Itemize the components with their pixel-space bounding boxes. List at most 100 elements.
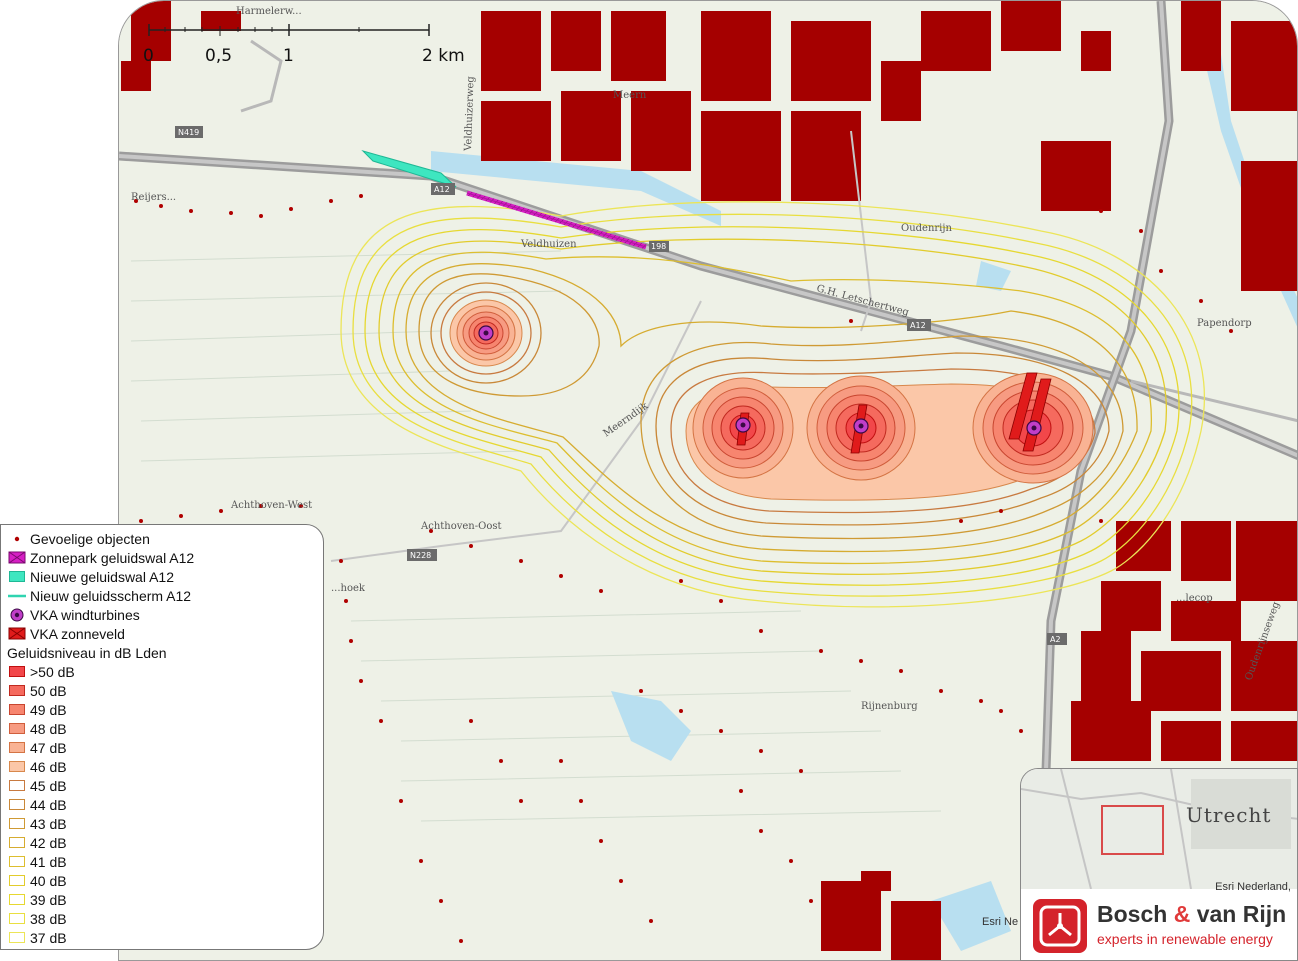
noise-swatch [9, 836, 25, 848]
legend-noise-class: 43 dB [7, 814, 323, 833]
legend-label: 50 dB [30, 682, 67, 699]
legend-label: 42 dB [30, 834, 67, 851]
map-label: Meern [613, 90, 647, 101]
legend-item-wind-turbines: VKA windturbines [7, 605, 323, 624]
magenta-hatch-icon [7, 551, 27, 565]
legend-label: 49 dB [30, 701, 67, 718]
legend-label: 43 dB [30, 815, 67, 832]
teal-line-icon [7, 589, 27, 603]
legend-label: 39 dB [30, 891, 67, 908]
noise-swatch [9, 779, 25, 791]
scale-label-half: 0,5 [205, 46, 233, 66]
brand-logo-icon [1033, 899, 1087, 953]
legend-label: 37 dB [30, 929, 67, 946]
road-badge: A12 [910, 321, 926, 330]
legend-noise-class: 41 dB [7, 852, 323, 871]
noise-swatch-icon [7, 836, 27, 850]
wind-turbine-marker[interactable] [478, 325, 494, 341]
scale-label-1: 1 [283, 46, 294, 66]
noise-swatch-icon [7, 779, 27, 793]
brand-name: Bosch & van Rijn [1097, 901, 1286, 928]
scale-label-0: 0 [143, 46, 154, 66]
legend-noise-class: 40 dB [7, 871, 323, 890]
noise-swatch [9, 760, 25, 772]
red-dot-icon [7, 532, 27, 546]
road-badge: A2 [1050, 635, 1061, 644]
map-label: ...hoek [331, 583, 366, 594]
legend-label: 45 dB [30, 777, 67, 794]
noise-swatch-icon [7, 912, 27, 926]
legend-noise-class: >50 dB [7, 662, 323, 681]
noise-swatch [9, 722, 25, 734]
noise-swatch-icon [7, 722, 27, 736]
noise-swatch [9, 912, 25, 924]
legend-noise-class: 37 dB [7, 928, 323, 947]
noise-swatch-icon [7, 741, 27, 755]
brand-block: Bosch & van Rijn experts in renewable en… [1031, 897, 1293, 955]
noise-swatch-icon [7, 684, 27, 698]
noise-swatch-icon [7, 855, 27, 869]
map-label: Veldhuizen [520, 239, 577, 250]
wind-turbine-marker[interactable] [1026, 420, 1042, 436]
legend-noise-class: 44 dB [7, 795, 323, 814]
inset-attribution: Esri Nederland, [1215, 881, 1291, 893]
noise-swatch [9, 741, 25, 753]
legend-label: 46 dB [30, 758, 67, 775]
legend-label: 44 dB [30, 796, 67, 813]
legend-noise-class: 39 dB [7, 890, 323, 909]
road-badge: A12 [434, 185, 450, 194]
noise-swatch-icon [7, 817, 27, 831]
map-label: Rijnenburg [861, 701, 918, 712]
wind-turbine-marker[interactable] [735, 417, 751, 433]
map-label: Harmelerw... [236, 6, 302, 17]
legend-label: >50 dB [30, 663, 75, 680]
legend-item-new-noise-wall: Nieuwe geluidswal A12 [7, 567, 323, 586]
inset-city-label: Utrecht [1186, 803, 1272, 827]
locator-inset: Utrecht Esri Nederland, Bosch & van Rijn… [1020, 768, 1298, 961]
wind-turbine-marker[interactable] [853, 418, 869, 434]
legend-item-solar-noise-wall: Zonnepark geluidswal A12 [7, 548, 323, 567]
brand-name-part1: Bosch [1097, 901, 1174, 927]
noise-swatch [9, 817, 25, 829]
brand-ampersand: & [1173, 901, 1191, 927]
noise-swatch [9, 874, 25, 886]
scale-bar-ticks [148, 24, 430, 36]
legend-noise-class: 38 dB [7, 909, 323, 928]
noise-class-list: >50 dB 50 dB 49 dB 48 dB 47 dB 46 dB 45 dB 44 d… [7, 662, 323, 947]
noise-swatch [9, 855, 25, 867]
noise-swatch-icon [7, 665, 27, 679]
legend-item-new-noise-screen: Nieuw geluidsscherm A12 [7, 586, 323, 605]
legend-label: 38 dB [30, 910, 67, 927]
noise-swatch [9, 893, 25, 905]
legend-label: VKA zonneveld [30, 625, 125, 642]
legend-noise-class: 50 dB [7, 681, 323, 700]
map-label: ...lecop [1176, 593, 1213, 604]
road-badge: N419 [178, 128, 199, 137]
legend-label: 47 dB [30, 739, 67, 756]
legend-noise-class: 47 dB [7, 738, 323, 757]
scale-bar: 0 0,5 1 2 km [143, 22, 475, 72]
wind-turbine-icon [7, 608, 27, 622]
red-hatch-icon [7, 627, 27, 641]
legend-label: 41 dB [30, 853, 67, 870]
noise-swatch [9, 703, 25, 715]
noise-swatch [9, 798, 25, 810]
map-label: Papendorp [1197, 318, 1252, 329]
legend-item-sensitive-objects: Gevoelige objecten [7, 529, 323, 548]
road-badge: 198 [651, 242, 666, 251]
road-badge: N228 [410, 551, 431, 560]
map-label: Achthoven-West [230, 500, 312, 511]
legend-noise-class: 46 dB [7, 757, 323, 776]
legend-noise-class: 48 dB [7, 719, 323, 738]
noise-swatch [9, 931, 25, 943]
map-label: Achthoven-Oost [420, 521, 502, 532]
legend-label: Zonnepark geluidswal A12 [30, 549, 195, 566]
legend-noise-title: Geluidsniveau in dB Lden [7, 643, 323, 662]
legend-label: Nieuwe geluidswal A12 [30, 568, 174, 585]
brand-tagline: experts in renewable energy [1097, 931, 1273, 947]
brand-name-part2: van Rijn [1190, 901, 1287, 927]
scale-label-2km: 2 km [422, 46, 465, 66]
map-label: Reijers... [131, 192, 176, 203]
legend-panel: Gevoelige objecten Zonnepark geluidswal … [0, 524, 324, 950]
legend-section-title: Geluidsniveau in dB Lden [7, 644, 167, 661]
